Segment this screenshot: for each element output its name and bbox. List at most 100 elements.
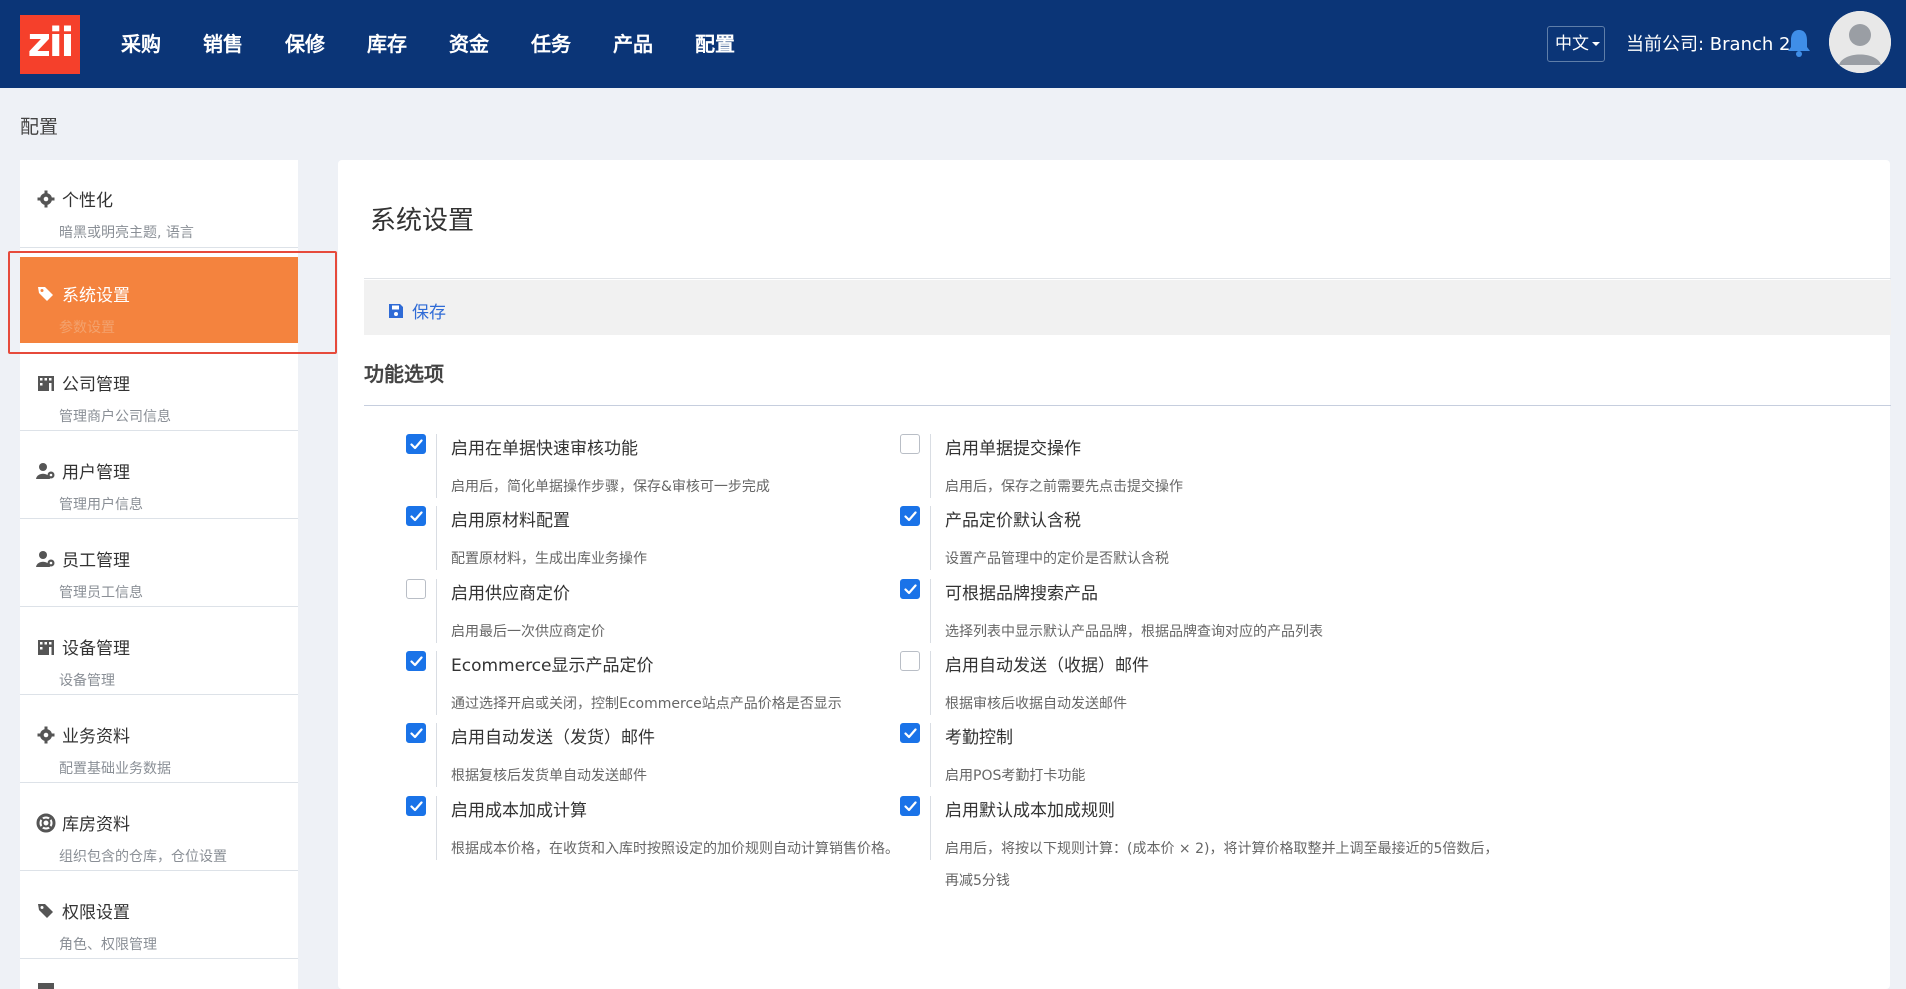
sidebar-item-warehouse-data[interactable]: 库房资料 组织包含的仓库，仓位设置 bbox=[20, 784, 298, 871]
card-title: 系统设置 bbox=[370, 206, 475, 236]
option-checkbox[interactable] bbox=[406, 651, 426, 671]
sidebar-item-staff-mgmt[interactable]: 员工管理 管理员工信息 bbox=[20, 520, 298, 607]
option-checkbox[interactable] bbox=[406, 434, 426, 454]
option-checkbox[interactable] bbox=[900, 579, 920, 599]
option-checkbox[interactable] bbox=[900, 796, 920, 816]
building-icon bbox=[38, 375, 54, 391]
sidebar-item-device-mgmt[interactable]: 设备管理 设备管理 bbox=[20, 608, 298, 695]
option-label: 可根据品牌搜索产品 bbox=[945, 584, 1098, 604]
save-button-label: 保存 bbox=[412, 303, 446, 323]
option-description: 启用后，保存之前需要先点击提交操作 bbox=[945, 479, 1183, 495]
sidebar-item-sub: 组织包含的仓库，仓位设置 bbox=[59, 849, 227, 865]
nav-item-tasks[interactable]: 任务 bbox=[510, 0, 592, 88]
option-label: 考勤控制 bbox=[945, 728, 1013, 748]
option-divider bbox=[930, 434, 931, 498]
option-checkbox[interactable] bbox=[406, 723, 426, 743]
sidebar-item-business-data[interactable]: 业务资料 配置基础业务数据 bbox=[20, 696, 298, 783]
sidebar-item-label: 个性化 bbox=[62, 191, 113, 211]
option-label: 启用在单据快速审核功能 bbox=[451, 439, 638, 459]
nav-item-inventory[interactable]: 库存 bbox=[346, 0, 428, 88]
user-gear-icon bbox=[36, 462, 55, 479]
save-button[interactable]: 保存 bbox=[388, 298, 446, 323]
option-label: 启用供应商定价 bbox=[451, 584, 570, 604]
user-silhouette-icon bbox=[1829, 11, 1891, 73]
nav-item-purchase[interactable]: 采购 bbox=[100, 0, 182, 88]
section-title: 功能选项 bbox=[364, 362, 444, 386]
toolbar: 保存 bbox=[364, 280, 1891, 335]
option-description: 启用POS考勤打卡功能 bbox=[945, 768, 1086, 784]
language-dropdown[interactable]: 中文 bbox=[1547, 26, 1605, 62]
user-avatar[interactable] bbox=[1829, 11, 1891, 73]
option-description: 设置产品管理中的定价是否默认含税 bbox=[945, 551, 1169, 567]
sidebar-item-company-mgmt[interactable]: 公司管理 管理商户公司信息 bbox=[20, 344, 298, 431]
option-divider bbox=[436, 579, 437, 643]
option-checkbox[interactable] bbox=[900, 723, 920, 743]
option-checkbox[interactable] bbox=[406, 579, 426, 599]
tags-icon bbox=[38, 903, 53, 918]
settings-card: 系统设置 保存 功能选项 启用在单据快速审核功能启用后，简化单据操作步骤，保存&… bbox=[338, 160, 1891, 989]
nav-item-products[interactable]: 产品 bbox=[592, 0, 674, 88]
option-description: 根据审核后收据自动发送邮件 bbox=[945, 696, 1127, 712]
nav-item-sales[interactable]: 销售 bbox=[182, 0, 264, 88]
sidebar-item-label: 员工管理 bbox=[62, 551, 130, 571]
option-description: 通过选择开启或关闭，控制Ecommerce站点产品价格是否显示 bbox=[451, 696, 842, 712]
sidebar-item-label: 库房资料 bbox=[62, 815, 130, 835]
option-description: 根据成本价格，在收货和入库时按照设定的加价规则自动计算销售价格。 bbox=[451, 841, 899, 857]
option-label: 启用原材料配置 bbox=[451, 511, 570, 531]
sidebar-item-sub: 角色、权限管理 bbox=[59, 937, 157, 953]
sidebar-item-sub: 配置基础业务数据 bbox=[59, 761, 171, 777]
main-nav: 采购 销售 保修 库存 资金 任务 产品 配置 bbox=[100, 0, 756, 88]
sidebar-item-partial[interactable] bbox=[20, 960, 298, 989]
sidebar-item-sub: 管理员工信息 bbox=[59, 585, 143, 601]
option-divider bbox=[436, 651, 437, 715]
divider bbox=[364, 278, 1891, 279]
option-label: 启用默认成本加成规则 bbox=[945, 801, 1115, 821]
lifebuoy-icon bbox=[36, 813, 56, 832]
active-item-highlight bbox=[8, 251, 337, 354]
option-description: 选择列表中显示默认产品品牌，根据品牌查询对应的产品列表 bbox=[945, 624, 1323, 640]
sidebar-item-sub: 管理用户信息 bbox=[59, 497, 143, 513]
option-divider bbox=[930, 579, 931, 643]
gear-icon bbox=[37, 726, 55, 743]
sidebar-item-label: 设备管理 bbox=[62, 639, 130, 659]
language-label: 中文 bbox=[1555, 34, 1589, 54]
option-checkbox[interactable] bbox=[900, 434, 920, 454]
option-label: 启用单据提交操作 bbox=[945, 439, 1081, 459]
option-description: 配置原材料，生成出库业务操作 bbox=[451, 551, 647, 567]
nav-item-warranty[interactable]: 保修 bbox=[264, 0, 346, 88]
option-divider bbox=[930, 506, 931, 570]
option-description: 根据复核后发货单自动发送邮件 bbox=[451, 768, 647, 784]
page-title: 配置 bbox=[20, 116, 59, 138]
option-label: 启用成本加成计算 bbox=[451, 801, 587, 821]
option-description: 启用后，简化单据操作步骤，保存&审核可一步完成 bbox=[451, 479, 770, 495]
option-checkbox[interactable] bbox=[406, 796, 426, 816]
sidebar-item-sub: 设备管理 bbox=[59, 673, 115, 689]
option-checkbox[interactable] bbox=[406, 506, 426, 526]
option-checkbox[interactable] bbox=[900, 651, 920, 671]
sidebar-item-user-mgmt[interactable]: 用户管理 管理用户信息 bbox=[20, 432, 298, 519]
option-divider bbox=[436, 506, 437, 570]
option-divider bbox=[930, 796, 931, 860]
option-label: 产品定价默认含税 bbox=[945, 511, 1081, 531]
sidebar-item-sub: 管理商户公司信息 bbox=[59, 409, 171, 425]
gear-icon bbox=[37, 190, 55, 207]
nav-item-config[interactable]: 配置 bbox=[674, 0, 756, 88]
nav-item-funds[interactable]: 资金 bbox=[428, 0, 510, 88]
option-checkbox[interactable] bbox=[900, 506, 920, 526]
sidebar-item-sub: 暗黑或明亮主题, 语言 bbox=[59, 225, 194, 241]
user-gear-icon bbox=[36, 550, 55, 567]
sidebar-item-permissions[interactable]: 权限设置 角色、权限管理 bbox=[20, 872, 298, 959]
sidebar-item-personalization[interactable]: 个性化 暗黑或明亮主题, 语言 bbox=[20, 160, 298, 248]
building-icon bbox=[38, 639, 54, 655]
option-description: 启用后，将按以下规则计算：(成本价 × 2)，将计算价格取整并上调至最接近的5倍… bbox=[945, 841, 1499, 889]
option-divider bbox=[930, 651, 931, 715]
logo-text: zii bbox=[27, 20, 75, 66]
app-logo[interactable]: zii bbox=[20, 15, 80, 74]
caret-down-icon bbox=[1592, 42, 1600, 46]
option-label: 启用自动发送（收据）邮件 bbox=[945, 656, 1149, 676]
option-divider bbox=[436, 723, 437, 787]
option-label: Ecommerce显示产品定价 bbox=[451, 656, 654, 676]
top-navbar: zii 采购 销售 保修 库存 资金 任务 产品 配置 中文 当前公司: Bra… bbox=[0, 0, 1906, 88]
bell-icon[interactable] bbox=[1784, 27, 1814, 59]
sidebar-item-label: 业务资料 bbox=[62, 727, 130, 747]
